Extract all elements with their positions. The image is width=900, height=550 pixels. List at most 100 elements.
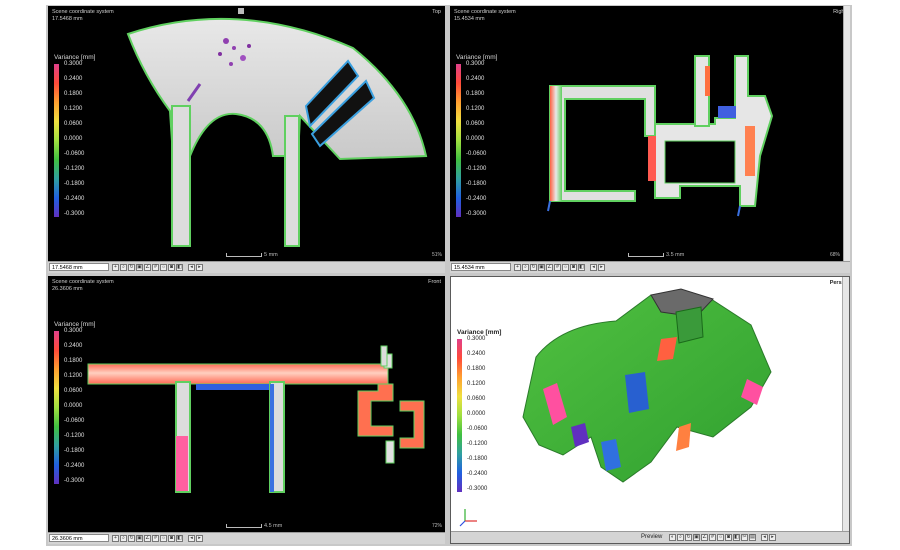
light-icon[interactable]: ☼ <box>562 264 569 271</box>
variance-legend: Variance [mm] 0.3000 0.2400 0.1800 0.120… <box>54 54 96 217</box>
zoom-icon[interactable]: ⌕ <box>677 534 684 541</box>
camera-icon[interactable]: ◙ <box>725 534 732 541</box>
legend-tick: 0.2400 <box>64 343 83 349</box>
shading-icon[interactable]: ◐ <box>669 534 676 541</box>
legend-tick: 0.1800 <box>64 91 83 97</box>
legend-title: Variance [mm] <box>54 321 96 328</box>
legend-tick: 0.2400 <box>64 76 83 82</box>
section-icon[interactable]: ◧ <box>176 264 183 271</box>
legend-tick: -0.1800 <box>64 448 85 454</box>
viewport-front[interactable]: Scene coordinate system 26.3606 mm Front… <box>48 276 445 544</box>
scroll-left-icon[interactable]: ◂ <box>761 534 768 541</box>
legend-tick: 0.3000 <box>64 328 83 334</box>
scroll-left-icon[interactable]: ◂ <box>188 535 195 542</box>
section-icon[interactable]: ◧ <box>733 534 740 541</box>
legend-tick: -0.2400 <box>467 471 488 477</box>
pan-icon[interactable]: + <box>514 264 521 271</box>
scroll-right-icon[interactable]: ▸ <box>769 534 776 541</box>
right-view-render <box>547 55 774 217</box>
legend-color-ramp <box>54 64 59 217</box>
legend-tick: 0.1200 <box>467 381 486 387</box>
scroll-right-icon[interactable]: ▸ <box>598 264 605 271</box>
rotate-icon[interactable]: ↻ <box>128 264 135 271</box>
zoom-icon[interactable]: ⌕ <box>120 264 127 271</box>
viewport-right[interactable]: Scene coordinate system 15.4534 mm Right… <box>450 6 850 273</box>
measure-icon[interactable]: ∠ <box>144 264 151 271</box>
scale-bar: 5 mm <box>226 252 278 258</box>
legend-tick: -0.0600 <box>466 151 487 157</box>
legend-tick: 0.3000 <box>466 61 485 67</box>
scroll-right-icon[interactable]: ▸ <box>196 535 203 542</box>
light-icon[interactable]: ☼ <box>717 534 724 541</box>
legend-title: Variance [mm] <box>54 54 96 61</box>
rotate-icon[interactable]: ↻ <box>128 535 135 542</box>
scroll-right-icon[interactable]: ▸ <box>196 264 203 271</box>
scroll-left-icon[interactable]: ◂ <box>590 264 597 271</box>
rotate-icon[interactable]: ↻ <box>530 264 537 271</box>
zoom-icon[interactable]: ⌕ <box>522 264 529 271</box>
quality-readout: 72% <box>431 523 442 529</box>
coordinate-field[interactable]: 15.4534 mm <box>451 263 511 271</box>
quality-readout: 51% <box>431 252 442 258</box>
legend-tick: -0.3000 <box>64 478 85 484</box>
measure-icon[interactable]: ∠ <box>144 535 151 542</box>
section-icon[interactable]: ◧ <box>176 535 183 542</box>
camera-icon[interactable]: ◙ <box>168 535 175 542</box>
vertical-scrollbar[interactable] <box>843 6 850 273</box>
fit-icon[interactable]: ▣ <box>136 535 143 542</box>
front-view-render <box>87 345 425 493</box>
grid-icon[interactable]: # <box>152 535 159 542</box>
light-icon[interactable]: ☼ <box>160 535 167 542</box>
viewport-statusbar: 17.5468 mm + ⌕ ↻ ▣ ∠ # ☼ ◙ ◧ ◂ ▸ <box>48 261 445 273</box>
legend-tick: -0.1800 <box>466 181 487 187</box>
legend-tick: -0.3000 <box>467 486 488 492</box>
grid-icon[interactable]: # <box>554 264 561 271</box>
viewport-top[interactable]: Scene coordinate system 17.5468 mm Top V… <box>48 6 445 273</box>
grid-icon[interactable]: # <box>152 264 159 271</box>
legend-tick: -0.2400 <box>64 196 85 202</box>
legend-tick: 0.1800 <box>64 358 83 364</box>
measure-icon[interactable]: ∠ <box>701 534 708 541</box>
camera-icon[interactable]: ◙ <box>570 264 577 271</box>
legend-tick: 0.0000 <box>64 136 83 142</box>
coordinate-field[interactable]: 26.3606 mm <box>49 534 109 542</box>
legend-tick: 0.1800 <box>467 366 486 372</box>
legend-tick: -0.1200 <box>467 441 488 447</box>
camera-icon[interactable]: ◙ <box>168 264 175 271</box>
rotate-icon[interactable]: ↻ <box>685 534 692 541</box>
fit-icon[interactable]: ▣ <box>693 534 700 541</box>
legend-tick: 0.0000 <box>64 403 83 409</box>
vertical-scrollbar[interactable] <box>842 277 849 543</box>
legend-color-ramp <box>457 339 462 492</box>
preview-label[interactable]: Preview <box>641 534 662 540</box>
legend-tick: 0.0600 <box>64 121 83 127</box>
light-icon[interactable]: ☼ <box>160 264 167 271</box>
legend-tick: 0.3000 <box>467 336 486 342</box>
scroll-left-icon[interactable]: ◂ <box>188 264 195 271</box>
pan-icon[interactable]: + <box>112 535 119 542</box>
fit-icon[interactable]: ▣ <box>538 264 545 271</box>
legend-color-ramp <box>456 64 461 217</box>
snapshot-icon[interactable]: ▤ <box>749 534 756 541</box>
measure-icon[interactable]: ∠ <box>546 264 553 271</box>
legend-tick: -0.1200 <box>64 166 85 172</box>
axis-triad-icon <box>459 509 477 527</box>
viewport-statusbar: Preview ◐ ⌕ ↻ ▣ ∠ # ☼ ◙ ◧ ✂ ▤ ◂ ▸ <box>451 531 849 543</box>
top-view-render <box>126 8 428 247</box>
coordinate-field[interactable]: 17.5468 mm <box>49 263 109 271</box>
section-icon[interactable]: ◧ <box>578 264 585 271</box>
zoom-icon[interactable]: ⌕ <box>120 535 127 542</box>
scale-bar: 3.5 mm <box>628 252 684 258</box>
legend-title: Variance [mm] <box>456 54 498 61</box>
legend-tick: 0.0600 <box>466 121 485 127</box>
viewport-persp[interactable]: Persp Variance [mm] 0.3000 0.2400 0.1800… <box>450 276 850 544</box>
fit-icon[interactable]: ▣ <box>136 264 143 271</box>
grid-icon[interactable]: # <box>709 534 716 541</box>
pan-icon[interactable]: + <box>112 264 119 271</box>
legend-tick: -0.0600 <box>467 426 488 432</box>
clip-icon[interactable]: ✂ <box>741 534 748 541</box>
legend-tick: 0.2400 <box>467 351 486 357</box>
legend-tick: 0.3000 <box>64 61 83 67</box>
legend-tick: -0.1800 <box>64 181 85 187</box>
legend-tick: 0.0000 <box>466 136 485 142</box>
